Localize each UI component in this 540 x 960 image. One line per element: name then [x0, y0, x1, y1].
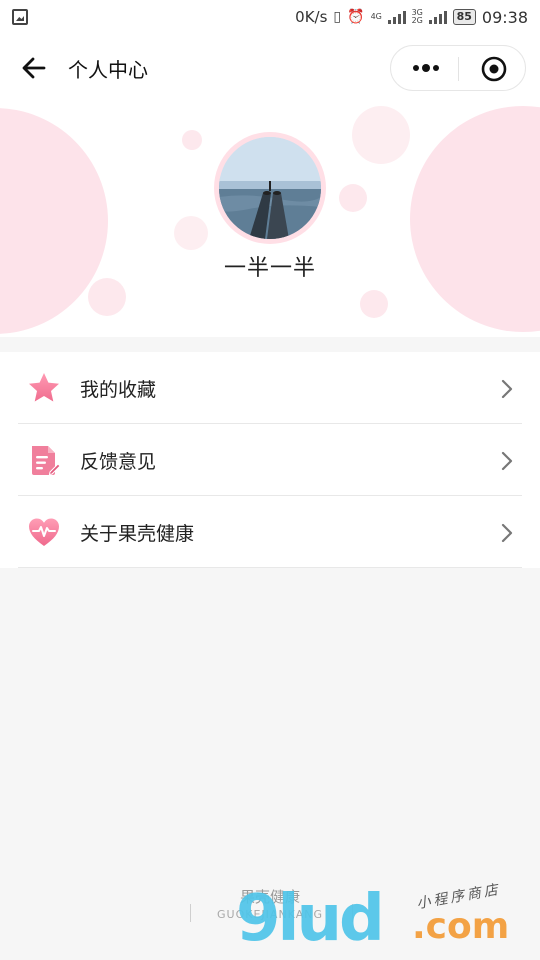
arrow-left-icon[interactable]: [20, 54, 48, 82]
decor-bubble: [174, 216, 208, 250]
avatar-frame: [214, 132, 326, 244]
network-type-2: 3G 2G: [411, 8, 423, 25]
alarm-icon: ⏰: [347, 9, 365, 25]
menu-item-about[interactable]: 关于果壳健康: [18, 496, 522, 568]
vibrate-icon: ▯: [333, 9, 342, 25]
decor-bubble: [182, 130, 202, 150]
menu-item-label: 我的收藏: [80, 379, 157, 401]
signal-icon-2: [428, 10, 447, 24]
chevron-right-icon: [501, 523, 513, 543]
menu-item-feedback[interactable]: 反馈意见: [18, 424, 522, 496]
chevron-right-icon: [501, 451, 513, 471]
battery-indicator: 85: [452, 9, 476, 25]
decor-bubble: [352, 106, 410, 164]
avatar-photo: [219, 137, 321, 239]
watermark-logo-text: 9lud: [236, 882, 385, 956]
target-circle-icon[interactable]: [481, 56, 507, 82]
more-dots-icon[interactable]: [411, 58, 441, 78]
watermark-domain: .com: [412, 906, 510, 947]
decor-bubble-right-large: [410, 106, 540, 332]
mini-program-capsule: [390, 45, 526, 91]
network-type-1: 4G: [370, 12, 382, 21]
page-title: 个人中心: [68, 58, 148, 82]
menu-item-favorites[interactable]: 我的收藏: [18, 352, 522, 424]
status-bar: 0K/s ▯ ⏰ 4G 3G 2G 85 09:38: [0, 0, 540, 34]
signal-icon-1: [387, 10, 406, 24]
username: 一半一半: [223, 256, 316, 281]
heart-pulse-icon: [29, 518, 59, 546]
menu-list: 我的收藏 反馈意见 关于果壳健康: [0, 352, 540, 568]
page: 0K/s ▯ ⏰ 4G 3G 2G 85 09:38 个人中心 一半一半 我的收…: [0, 0, 540, 960]
capsule-divider: [458, 57, 459, 81]
avatar[interactable]: [219, 137, 321, 239]
menu-item-label: 反馈意见: [80, 451, 157, 473]
watermark: 9lud 小程序商店 .com: [236, 880, 536, 958]
chevron-right-icon: [501, 379, 513, 399]
gallery-notification-icon: [12, 9, 28, 25]
feedback-document-icon: [32, 446, 61, 476]
star-icon: [29, 373, 59, 402]
decor-bubble: [88, 278, 126, 316]
navigation-bar: 个人中心: [0, 34, 540, 102]
network-speed: 0K/s: [295, 8, 328, 26]
clock: 09:38: [481, 7, 528, 27]
menu-item-label: 关于果壳健康: [80, 523, 195, 545]
profile-header: 一半一半: [0, 102, 540, 337]
decor-bubble: [339, 184, 367, 212]
decor-bubble: [360, 290, 388, 318]
